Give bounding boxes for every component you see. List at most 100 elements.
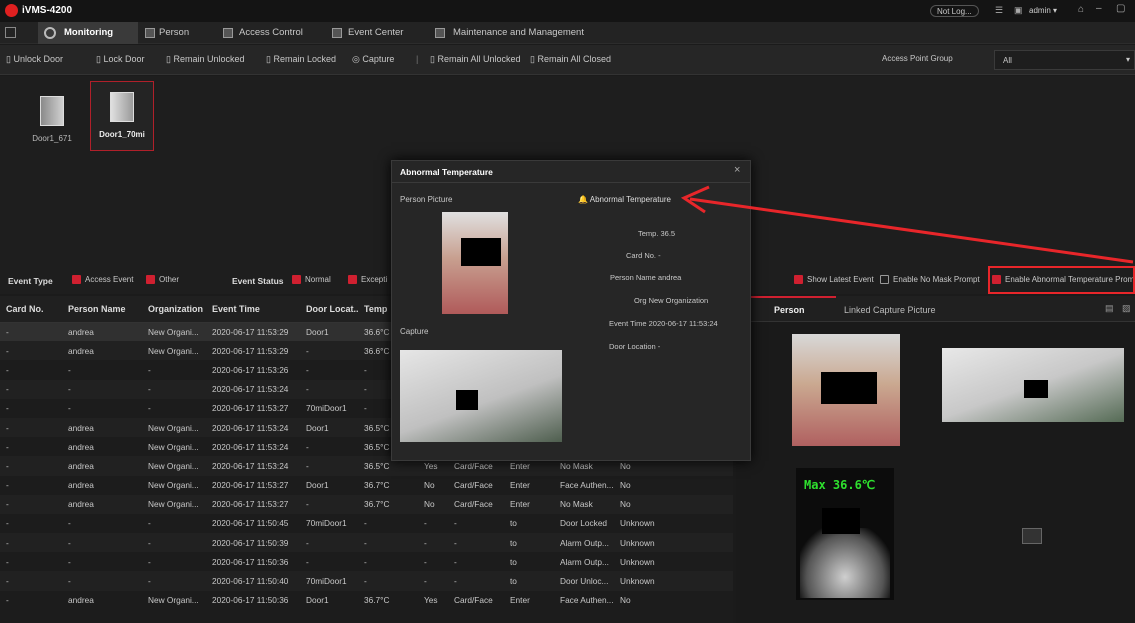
- event-time-value: Event Time 2020-06-17 11:53:24: [609, 319, 718, 328]
- table-cell: -: [448, 533, 504, 553]
- table-row[interactable]: - - - 2020-06-17 11:50:36 - - - - to Alarm Outp..…: [0, 552, 733, 571]
- table-cell: Door Locked: [560, 518, 608, 529]
- normal-checkbox[interactable]: Normal: [292, 275, 331, 285]
- face-mask-block: [456, 390, 478, 410]
- dialog-title: Abnormal Temperature: [400, 167, 493, 177]
- door-tile-selected[interactable]: Door1_70mi: [90, 81, 154, 151]
- door-location-value: Door Location -: [609, 342, 661, 351]
- menu-icon[interactable]: ☰: [995, 5, 1003, 16]
- table-cell: No: [614, 494, 733, 514]
- table-cell: -: [358, 571, 418, 591]
- tab-access-control[interactable]: Access Control: [221, 22, 321, 44]
- remain-locked-button[interactable]: ▯ Remain Locked: [266, 54, 336, 65]
- tab-event-center[interactable]: Event Center: [330, 22, 420, 44]
- table-cell: 70miDoor1: [300, 571, 358, 591]
- person-icon: [145, 28, 155, 38]
- app-logo-icon: [5, 4, 18, 17]
- abnormal-temperature-dialog: Abnormal Temperature × Person Picture Ca…: [391, 160, 751, 461]
- table-cell: -: [62, 379, 142, 399]
- grid-icon[interactable]: [5, 27, 16, 38]
- table-cell: Card/Face: [454, 480, 493, 491]
- lock-door-button[interactable]: ▯ Lock Door: [96, 54, 144, 65]
- table-cell: -: [364, 556, 367, 567]
- table-cell: 70miDoor1: [306, 403, 347, 414]
- table-cell: Door1: [306, 595, 329, 606]
- remain-all-unlocked-button[interactable]: ▯ Remain All Unlocked: [430, 54, 521, 65]
- tab-monitoring[interactable]: Monitoring: [38, 22, 138, 44]
- table-cell: New Organi...: [148, 480, 199, 491]
- table-cell: andrea: [62, 494, 142, 514]
- table-cell: -: [300, 533, 358, 553]
- not-logged-button[interactable]: Not Log...: [930, 5, 979, 17]
- column-header[interactable]: Organization: [142, 296, 206, 323]
- card-no-value: Card No. -: [626, 251, 661, 260]
- table-cell: 2020-06-17 11:50:40: [206, 571, 300, 591]
- table-cell: -: [418, 533, 448, 553]
- table-cell: -: [306, 441, 309, 452]
- exception-checkbox[interactable]: Excepti: [348, 275, 387, 285]
- table-cell: andrea: [62, 417, 142, 438]
- table-cell: Unknown: [620, 556, 655, 567]
- table-cell: -: [148, 518, 151, 529]
- table-cell: 2020-06-17 11:53:24: [212, 441, 289, 452]
- tab-linked-capture[interactable]: Linked Capture Picture: [844, 305, 936, 315]
- table-cell: -: [0, 571, 62, 591]
- maximize-button[interactable]: ▢: [1116, 3, 1125, 14]
- close-icon[interactable]: ×: [734, 164, 740, 176]
- other-checkbox[interactable]: Other: [146, 275, 179, 285]
- column-header[interactable]: Person Name: [62, 296, 142, 323]
- tab-person-right[interactable]: Person: [774, 305, 805, 315]
- show-latest-checkbox[interactable]: Show Latest Event: [794, 275, 874, 285]
- table-cell: -: [68, 556, 71, 567]
- table-cell: New Organi...: [148, 441, 199, 452]
- table-cell: to: [504, 571, 554, 591]
- table-row[interactable]: - andrea New Organi... 2020-06-17 11:50:36 D…: [0, 591, 733, 610]
- access-event-checkbox[interactable]: Access Event: [72, 275, 133, 285]
- maintenance-icon: [435, 28, 445, 38]
- user-menu[interactable]: admin ▾: [1029, 6, 1057, 15]
- no-mask-checkbox[interactable]: Enable No Mask Prompt: [880, 275, 980, 285]
- remain-all-closed-button[interactable]: ▯ Remain All Closed: [530, 54, 611, 65]
- face-mask-block: [1024, 380, 1048, 398]
- table-row[interactable]: - andrea New Organi... 2020-06-17 11:53:27 D…: [0, 476, 733, 495]
- column-header[interactable]: Event Time: [206, 296, 300, 323]
- dialog-capture-photo: [400, 350, 562, 442]
- unlock-door-button[interactable]: ▯ Unlock Door: [6, 54, 63, 65]
- table-cell: -: [142, 533, 206, 553]
- monitoring-icon: [44, 27, 56, 39]
- export-icon[interactable]: ▤: [1105, 303, 1114, 314]
- table-cell: Door1: [300, 322, 358, 342]
- dialog-person-photo: [442, 212, 508, 314]
- minimize-button[interactable]: –: [1096, 3, 1102, 14]
- table-cell: No: [620, 595, 631, 606]
- table-row[interactable]: - - - 2020-06-17 11:50:45 70miDoor1 - - - to Door…: [0, 514, 733, 533]
- lock-icon[interactable]: ⌂: [1078, 4, 1084, 15]
- access-point-group-select[interactable]: All ▾: [994, 50, 1135, 70]
- table-row[interactable]: - andrea New Organi... 2020-06-17 11:53:27-…: [0, 494, 733, 514]
- table-cell: 2020-06-17 11:53:26: [212, 364, 289, 375]
- tab-person[interactable]: Person: [145, 22, 215, 44]
- table-cell: 2020-06-17 11:53:29: [206, 341, 300, 361]
- alarm-bell-icon: 🔔: [578, 195, 588, 204]
- table-cell: -: [300, 456, 358, 476]
- table-cell: -: [306, 364, 309, 375]
- table-cell: 2020-06-17 11:53:27: [212, 480, 289, 491]
- layout-icon[interactable]: ▣: [1014, 5, 1023, 16]
- access-control-icon: [223, 28, 233, 38]
- abnormal-temperature-checkbox[interactable]: Enable Abnormal Temperature Prompt: [988, 266, 1135, 294]
- table-cell: -: [6, 441, 9, 452]
- table-cell: Enter: [504, 494, 554, 514]
- table-cell: andrea: [68, 595, 94, 606]
- column-header[interactable]: Door Locat...: [300, 296, 358, 323]
- door-tile[interactable]: Door1_671: [20, 86, 84, 156]
- column-header[interactable]: Card No.: [0, 296, 62, 323]
- picture-icon[interactable]: ▨: [1122, 303, 1131, 314]
- table-row[interactable]: - - -2020-06-17 11:50:40 70miDoor1- - - to Door…: [0, 571, 733, 591]
- table-cell: Face Authen...: [560, 595, 614, 606]
- tab-maintenance[interactable]: Maintenance and Management: [433, 22, 633, 44]
- table-cell: -: [300, 494, 358, 514]
- table-cell: 2020-06-17 11:53:24: [206, 379, 300, 399]
- remain-unlocked-button[interactable]: ▯ Remain Unlocked: [166, 54, 245, 65]
- table-row[interactable]: - - -2020-06-17 11:50:39- - - - to Alarm Outp..…: [0, 533, 733, 553]
- capture-button[interactable]: ◎ Capture: [352, 54, 394, 65]
